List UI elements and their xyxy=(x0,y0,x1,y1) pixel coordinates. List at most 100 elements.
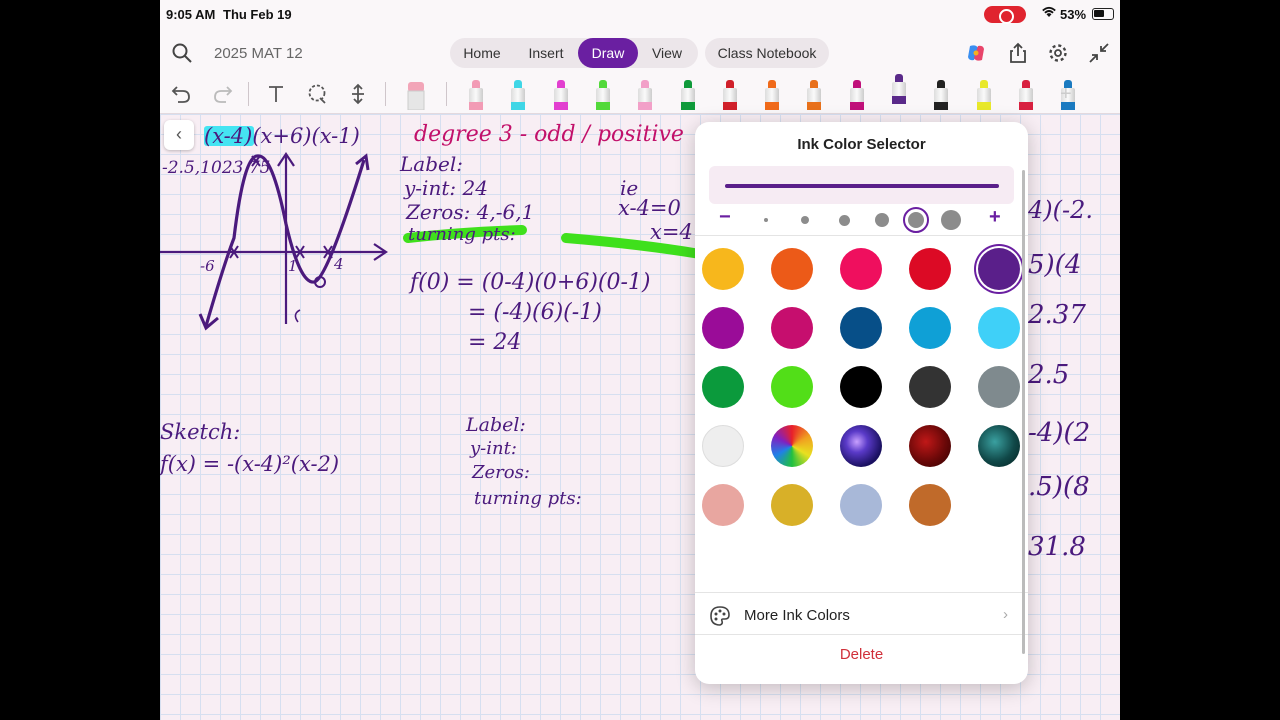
add-pen-icon[interactable]: + xyxy=(1060,82,1084,106)
size-option-1[interactable] xyxy=(764,218,768,222)
app-header: 2025 MAT 12 Home Insert Draw View Class … xyxy=(160,30,1120,76)
status-bar: 9:05 AM Thu Feb 19 53% xyxy=(160,0,1120,30)
status-date: Thu Feb 19 xyxy=(223,7,292,22)
color-swatch-r1-c4[interactable] xyxy=(909,248,951,290)
size-option-6[interactable] xyxy=(941,210,961,230)
color-swatch-r2-c2[interactable] xyxy=(771,307,813,349)
pen-14[interactable] xyxy=(1017,80,1035,110)
note-ie-eq2: x=4 xyxy=(650,220,693,244)
size-option-3[interactable] xyxy=(839,215,850,226)
back-chevron-button[interactable]: ‹ xyxy=(164,120,194,150)
size-option-5-dot xyxy=(908,212,924,228)
lasso-select-icon[interactable] xyxy=(305,82,329,106)
pen-12[interactable] xyxy=(932,80,950,110)
tab-insert[interactable]: Insert xyxy=(516,38,576,68)
color-swatch-r3-c2[interactable] xyxy=(771,366,813,408)
pen-9[interactable] xyxy=(805,80,823,110)
share-icon[interactable] xyxy=(1007,42,1029,64)
axis-label-1: 1 xyxy=(288,257,298,275)
copilot-icon[interactable] xyxy=(965,42,987,64)
color-swatch-r4-c5[interactable] xyxy=(978,425,1020,467)
eraser-icon[interactable] xyxy=(405,80,427,111)
more-ink-colors-label: More Ink Colors xyxy=(744,607,850,624)
note-equation-top: (x-4)(x+6)(x-1) xyxy=(204,124,360,148)
note-zeros-2: Zeros: xyxy=(472,462,530,483)
size-decrease-button[interactable]: − xyxy=(719,206,731,229)
battery-icon xyxy=(1092,8,1114,20)
tab-draw[interactable]: Draw xyxy=(578,38,638,68)
pen-8[interactable] xyxy=(763,80,781,110)
redo-icon[interactable] xyxy=(211,82,235,106)
color-swatch-r1-c1[interactable] xyxy=(702,248,744,290)
pen-7[interactable] xyxy=(721,80,739,110)
size-increase-button[interactable]: + xyxy=(989,206,1001,229)
size-option-2[interactable] xyxy=(801,216,809,224)
color-swatch-r5-c4[interactable] xyxy=(909,484,951,526)
draw-toolbar: + xyxy=(160,74,1120,114)
popover-scrollbar[interactable] xyxy=(1022,170,1025,654)
settings-gear-icon[interactable] xyxy=(1047,42,1069,64)
color-swatch-r4-c3[interactable] xyxy=(840,425,882,467)
note-yint-1: y-int: 24 xyxy=(404,176,488,200)
note-sketch: Sketch: xyxy=(160,420,241,444)
color-swatch-r2-c3[interactable] xyxy=(840,307,882,349)
note-turning-2: turning pts: xyxy=(474,488,582,509)
wifi-icon xyxy=(1042,6,1056,21)
text-tool-icon[interactable] xyxy=(264,82,288,106)
note-right-5: -4)(2 xyxy=(1028,418,1091,448)
notebook-title[interactable]: 2025 MAT 12 xyxy=(214,45,303,62)
pen-3[interactable] xyxy=(552,80,570,110)
color-swatch-r3-c4[interactable] xyxy=(909,366,951,408)
pen-13[interactable] xyxy=(975,80,993,110)
screen-recording-icon[interactable] xyxy=(984,6,1026,24)
color-swatch-r1-c5[interactable] xyxy=(978,248,1020,290)
color-swatch-r4-c1[interactable] xyxy=(702,425,744,467)
tab-home[interactable]: Home xyxy=(454,38,510,68)
note-turning-1: turning pts: xyxy=(408,224,516,245)
preview-stroke-line xyxy=(725,184,999,188)
more-ink-colors-row[interactable]: More Ink Colors › xyxy=(695,597,1028,633)
note-right-1: 4)(-2. xyxy=(1028,196,1094,224)
pen-2[interactable] xyxy=(509,80,527,110)
axis-label-4: 4 xyxy=(334,255,344,273)
color-swatch-r2-c1[interactable] xyxy=(702,307,744,349)
search-icon[interactable] xyxy=(171,42,193,64)
insert-space-icon[interactable] xyxy=(346,82,370,106)
color-swatch-r1-c3[interactable] xyxy=(840,248,882,290)
delete-pen-button[interactable]: Delete xyxy=(695,646,1028,663)
ipad-screen: 9:05 AM Thu Feb 19 53% 2025 MAT 12 Home … xyxy=(160,0,1120,720)
color-swatch-r5-c2[interactable] xyxy=(771,484,813,526)
color-swatch-r1-c2[interactable] xyxy=(771,248,813,290)
undo-icon[interactable] xyxy=(169,82,193,106)
chevron-right-icon: › xyxy=(1003,606,1008,623)
color-swatch-r5-c3[interactable] xyxy=(840,484,882,526)
pen-11-selected[interactable] xyxy=(890,74,908,104)
color-swatch-r5-c1[interactable] xyxy=(702,484,744,526)
note-point: -2.5,1023.75 xyxy=(162,158,271,178)
size-option-4[interactable] xyxy=(875,213,889,227)
tab-view[interactable]: View xyxy=(640,38,694,68)
battery-percent: 53% xyxy=(1060,7,1087,22)
tab-class-notebook[interactable]: Class Notebook xyxy=(705,38,829,68)
pen-4[interactable] xyxy=(594,80,612,110)
color-swatch-r4-c2[interactable] xyxy=(771,425,813,467)
collapse-icon[interactable] xyxy=(1088,42,1110,64)
color-swatch-r4-c4[interactable] xyxy=(909,425,951,467)
color-swatch-r2-c5[interactable] xyxy=(978,307,1020,349)
color-swatch-r3-c1[interactable] xyxy=(702,366,744,408)
pen-1[interactable] xyxy=(467,80,485,110)
pen-10[interactable] xyxy=(848,80,866,110)
color-swatch-r3-c5[interactable] xyxy=(978,366,1020,408)
note-f0-line3: = 24 xyxy=(468,330,522,355)
note-right-7: 31.8 xyxy=(1028,532,1086,562)
note-f0-line2: = (-4)(6)(-1) xyxy=(468,300,602,325)
note-right-3: 2.37 xyxy=(1028,300,1086,330)
note-ie-eq1: x-4=0 xyxy=(618,196,681,220)
pen-5[interactable] xyxy=(636,80,654,110)
note-zeros-1: Zeros: 4,-6,1 xyxy=(406,200,535,224)
note-degree: degree 3 - odd / positive xyxy=(414,122,684,147)
status-time: 9:05 AM xyxy=(166,7,216,22)
pen-6[interactable] xyxy=(679,80,697,110)
color-swatch-r2-c4[interactable] xyxy=(909,307,951,349)
color-swatch-r3-c3[interactable] xyxy=(840,366,882,408)
